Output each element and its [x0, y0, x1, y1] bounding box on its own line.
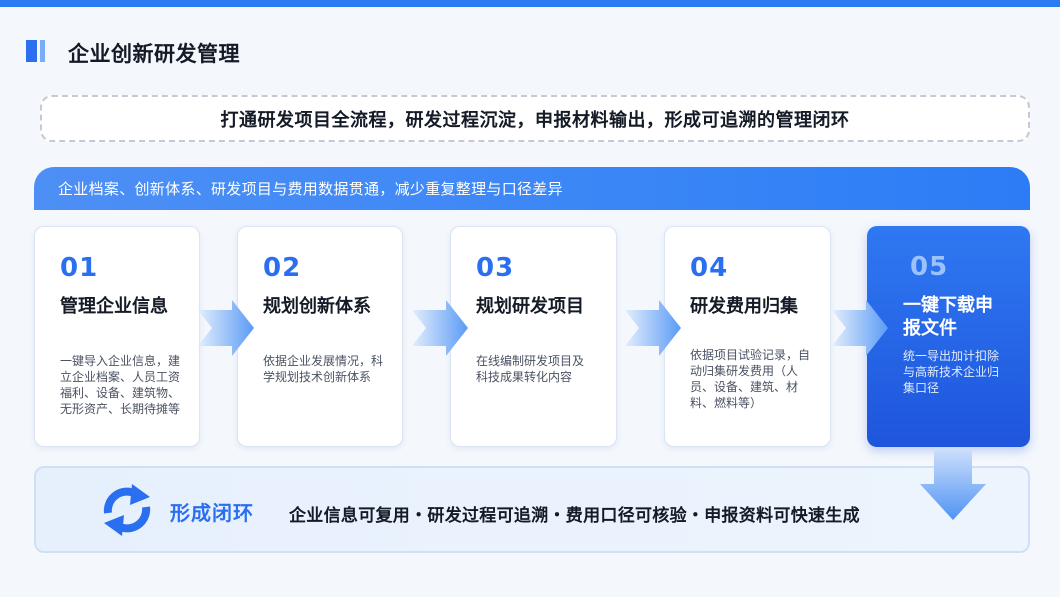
slogan-text: 打通研发项目全流程，研发过程沉淀，申报材料输出，形成可追溯的管理闭环	[220, 109, 850, 131]
loop-title: 形成闭环	[170, 501, 254, 525]
step-desc: 一键导入企业信息，建立企业档案、人员工资福利、设备、建筑物、无形资产、长期待摊等	[60, 354, 181, 416]
chevron-right-icon	[625, 300, 681, 356]
step-title: 一键下载申报文件	[903, 295, 993, 339]
step-card-2[interactable]: 02 规划创新体系 依据企业发展情况，科学规划技术创新体系	[237, 226, 403, 447]
step-desc: 依据项目试验记录，自动归集研发费用（人员、设备、建筑、材料、燃料等）	[690, 348, 811, 410]
chevron-right-icon	[198, 300, 254, 356]
chevron-right-icon	[832, 300, 888, 356]
banner-text: 企业档案、创新体系、研发项目与费用数据贯通，减少重复整理与口径差异	[58, 180, 563, 198]
step-number: 05	[910, 252, 949, 282]
step-desc: 统一导出加计扣除与高新技术企业归集口径	[903, 349, 1000, 395]
step-desc: 依据企业发展情况，科学规划技术创新体系	[263, 354, 384, 384]
step-number: 04	[690, 253, 729, 283]
top-accent-bar	[0, 0, 1060, 7]
step-number: 01	[60, 253, 99, 283]
step-card-4[interactable]: 04 研发费用归集 依据项目试验记录，自动归集研发费用（人员、设备、建筑、材料、…	[664, 226, 831, 447]
refresh-cycle-icon	[103, 484, 151, 536]
step-number: 03	[476, 253, 515, 283]
step-title: 管理企业信息	[60, 296, 168, 317]
page-title: 企业创新研发管理	[68, 42, 240, 66]
step-title: 规划创新体系	[263, 296, 371, 317]
step-title: 研发费用归集	[690, 296, 798, 317]
step-card-5[interactable]: 05 一键下载申报文件 统一导出加计扣除与高新技术企业归集口径	[867, 226, 1030, 447]
step-number: 02	[263, 253, 302, 283]
step-card-3[interactable]: 03 规划研发项目 在线编制研发项目及科技成果转化内容	[450, 226, 617, 447]
step-title: 规划研发项目	[476, 296, 584, 317]
data-banner: 企业档案、创新体系、研发项目与费用数据贯通，减少重复整理与口径差异	[34, 167, 1030, 210]
step-desc: 在线编制研发项目及科技成果转化内容	[476, 354, 585, 384]
step-card-1[interactable]: 01 管理企业信息 一键导入企业信息，建立企业档案、人员工资福利、设备、建筑物、…	[34, 226, 200, 447]
loop-text: 企业信息可复用・研发过程可追溯・费用口径可核验・申报资料可快速生成	[289, 506, 860, 526]
chevron-down-icon	[920, 448, 986, 520]
chevron-right-icon	[412, 300, 468, 356]
title-bar-icon	[26, 40, 50, 62]
slogan-box: 打通研发项目全流程，研发过程沉淀，申报材料输出，形成可追溯的管理闭环	[40, 95, 1030, 142]
